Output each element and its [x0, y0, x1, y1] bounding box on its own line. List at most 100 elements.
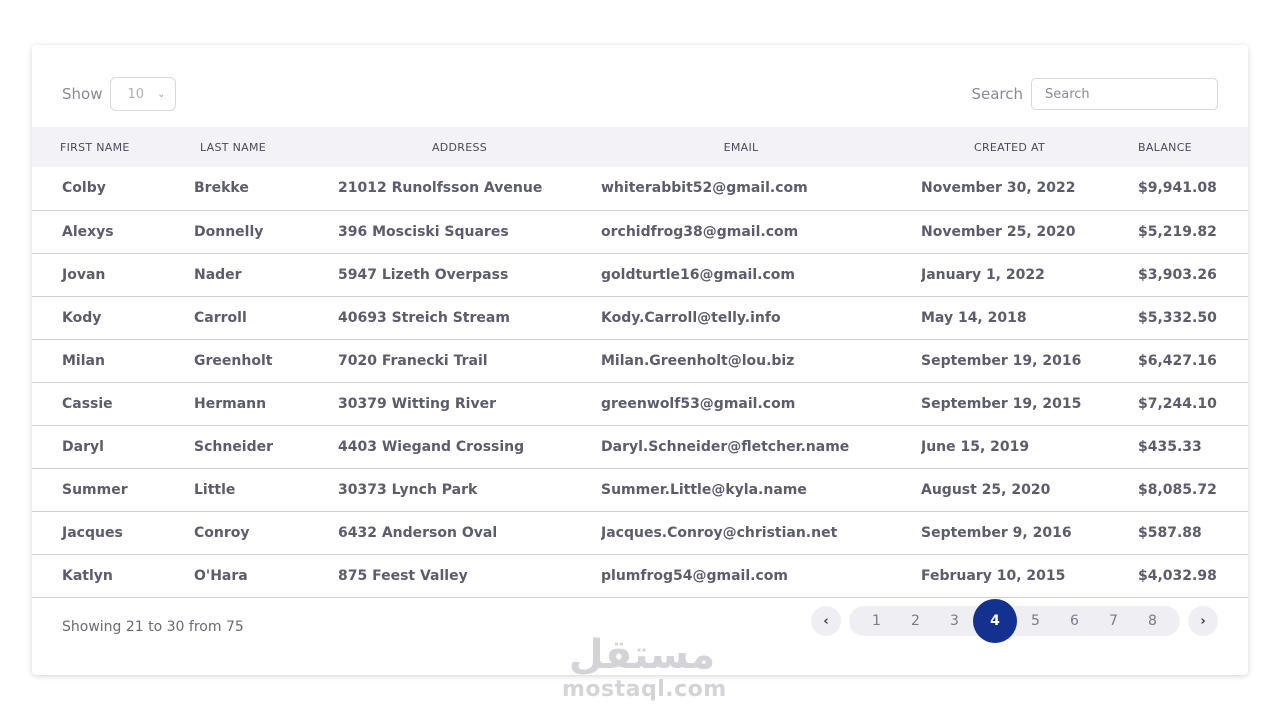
page-button-8[interactable]: 8: [1133, 613, 1172, 629]
cell-first-name: Jacques: [62, 524, 123, 541]
data-table-card: Show 10 ⌄ Search FIRST NAME LAST NAME AD…: [32, 45, 1248, 675]
cell-address: 5947 Lizeth Overpass: [338, 266, 509, 283]
pagination: ‹ 12345678 ›: [811, 599, 1218, 643]
cell-created-at: November 30, 2022: [921, 180, 1076, 197]
cell-address: 6432 Anderson Oval: [338, 524, 498, 541]
table-row[interactable]: Alexys Donnelly 396 Mosciski Squares orchid…: [32, 210, 1248, 253]
column-header-balance[interactable]: BALANCE: [1138, 127, 1248, 167]
cell-email: Daryl.Schneider@fletcher.name: [601, 438, 850, 455]
cell-balance: $6,427.16: [1138, 352, 1217, 369]
page-button-3[interactable]: 3: [935, 613, 974, 629]
showing-count: Showing 21 to 30 from 75: [62, 619, 244, 635]
chevron-down-icon: ⌄: [157, 88, 166, 100]
cell-address: 30373 Lynch Park: [338, 481, 478, 498]
cell-balance: $9,941.08: [1138, 180, 1217, 197]
cell-balance: $4,032.98: [1138, 567, 1217, 584]
search-group: Search: [971, 78, 1218, 110]
table-row[interactable]: Summer Little 30373 Lynch Park Summer.Littl…: [32, 468, 1248, 511]
cell-email: whiterabbit52@gmail.com: [601, 180, 808, 197]
cell-address: 30379 Witting River: [338, 395, 496, 412]
cell-last-name: Nader: [194, 266, 242, 283]
cell-address: 875 Feest Valley: [338, 567, 468, 584]
cell-created-at: November 25, 2020: [921, 223, 1076, 240]
cell-last-name: Conroy: [194, 524, 250, 541]
column-header-first-name[interactable]: FIRST NAME: [32, 127, 194, 167]
cell-email: Summer.Little@kyla.name: [601, 481, 807, 498]
cell-first-name: Alexys: [62, 223, 114, 240]
cell-balance: $5,332.50: [1138, 309, 1217, 326]
page-button-6[interactable]: 6: [1055, 613, 1094, 629]
cell-first-name: Kody: [62, 309, 102, 326]
cell-email: Kody.Carroll@telly.info: [601, 309, 781, 326]
table-toolbar: Show 10 ⌄ Search: [32, 45, 1248, 127]
table-row[interactable]: Jovan Nader 5947 Lizeth Overpass goldturtle…: [32, 253, 1248, 296]
page-button-4[interactable]: 4: [973, 599, 1017, 643]
column-header-last-name[interactable]: LAST NAME: [194, 127, 338, 167]
page-size-value: 10: [127, 86, 145, 102]
table-row[interactable]: Daryl Schneider 4403 Wiegand Crossing Daryl…: [32, 425, 1248, 468]
page-button-1[interactable]: 1: [857, 613, 896, 629]
cell-first-name: Colby: [62, 180, 106, 197]
table-footer: Showing 21 to 30 from 75 ‹ 12345678 ›: [32, 597, 1248, 657]
cell-created-at: September 19, 2016: [921, 352, 1082, 369]
search-input[interactable]: [1031, 78, 1218, 110]
cell-address: 7020 Franecki Trail: [338, 352, 488, 369]
cell-last-name: Little: [194, 481, 236, 498]
column-header-email[interactable]: EMAIL: [601, 127, 921, 167]
search-label: Search: [971, 85, 1023, 103]
next-page-button[interactable]: ›: [1188, 606, 1218, 636]
cell-first-name: Milan: [62, 352, 105, 369]
cell-address: 4403 Wiegand Crossing: [338, 438, 525, 455]
cell-address: 21012 Runolfsson Avenue: [338, 180, 543, 197]
cell-email: goldturtle16@gmail.com: [601, 266, 795, 283]
cell-last-name: Schneider: [194, 438, 274, 455]
cell-balance: $5,219.82: [1138, 223, 1217, 240]
cell-created-at: May 14, 2018: [921, 309, 1027, 326]
cell-created-at: September 9, 2016: [921, 524, 1072, 541]
cell-last-name: Hermann: [194, 395, 267, 412]
cell-email: orchidfrog38@gmail.com: [601, 223, 799, 240]
cell-balance: $3,903.26: [1138, 266, 1217, 283]
column-header-created-at[interactable]: CREATED AT: [921, 127, 1138, 167]
page-size-group: Show 10 ⌄: [62, 77, 177, 111]
table-row[interactable]: Milan Greenholt 7020 Franecki Trail Milan.G…: [32, 339, 1248, 382]
cell-address: 40693 Streich Stream: [338, 309, 510, 326]
table-body: Colby Brekke 21012 Runolfsson Avenue whiter…: [32, 167, 1248, 597]
table-row[interactable]: Cassie Hermann 30379 Witting River greenwol…: [32, 382, 1248, 425]
cell-address: 396 Mosciski Squares: [338, 223, 509, 240]
table-header-row: FIRST NAME LAST NAME ADDRESS EMAIL CREAT…: [32, 127, 1248, 167]
page-button-5[interactable]: 5: [1016, 613, 1055, 629]
cell-balance: $587.88: [1138, 524, 1202, 541]
chevron-right-icon: ›: [1200, 613, 1206, 629]
page-number-track: 12345678: [849, 599, 1180, 643]
page-button-2[interactable]: 2: [896, 613, 935, 629]
cell-last-name: Carroll: [194, 309, 247, 326]
prev-page-button[interactable]: ‹: [811, 606, 841, 636]
cell-first-name: Daryl: [62, 438, 104, 455]
page-button-7[interactable]: 7: [1094, 613, 1133, 629]
cell-email: plumfrog54@gmail.com: [601, 567, 788, 584]
cell-balance: $435.33: [1138, 438, 1202, 455]
cell-email: Jacques.Conroy@christian.net: [601, 524, 838, 541]
cell-last-name: Greenholt: [194, 352, 273, 369]
cell-last-name: Brekke: [194, 180, 249, 197]
cell-first-name: Summer: [62, 481, 128, 498]
table-row[interactable]: Katlyn O'Hara 875 Feest Valley plumfrog54@g…: [32, 554, 1248, 597]
cell-balance: $7,244.10: [1138, 395, 1217, 412]
cell-email: Milan.Greenholt@lou.biz: [601, 352, 795, 369]
table-row[interactable]: Kody Carroll 40693 Streich Stream Kody.Carr…: [32, 296, 1248, 339]
users-table: FIRST NAME LAST NAME ADDRESS EMAIL CREAT…: [32, 127, 1248, 598]
table-row[interactable]: Colby Brekke 21012 Runolfsson Avenue whiter…: [32, 167, 1248, 210]
cell-email: greenwolf53@gmail.com: [601, 395, 796, 412]
cell-first-name: Katlyn: [62, 567, 113, 584]
cell-first-name: Jovan: [62, 266, 106, 283]
cell-balance: $8,085.72: [1138, 481, 1217, 498]
cell-last-name: O'Hara: [194, 567, 248, 584]
column-header-address[interactable]: ADDRESS: [338, 127, 601, 167]
cell-created-at: September 19, 2015: [921, 395, 1082, 412]
cell-created-at: January 1, 2022: [921, 266, 1045, 283]
table-row[interactable]: Jacques Conroy 6432 Anderson Oval Jacques.C…: [32, 511, 1248, 554]
chevron-left-icon: ‹: [823, 613, 829, 629]
cell-created-at: February 10, 2015: [921, 567, 1066, 584]
page-size-select[interactable]: 10 ⌄: [110, 77, 177, 111]
